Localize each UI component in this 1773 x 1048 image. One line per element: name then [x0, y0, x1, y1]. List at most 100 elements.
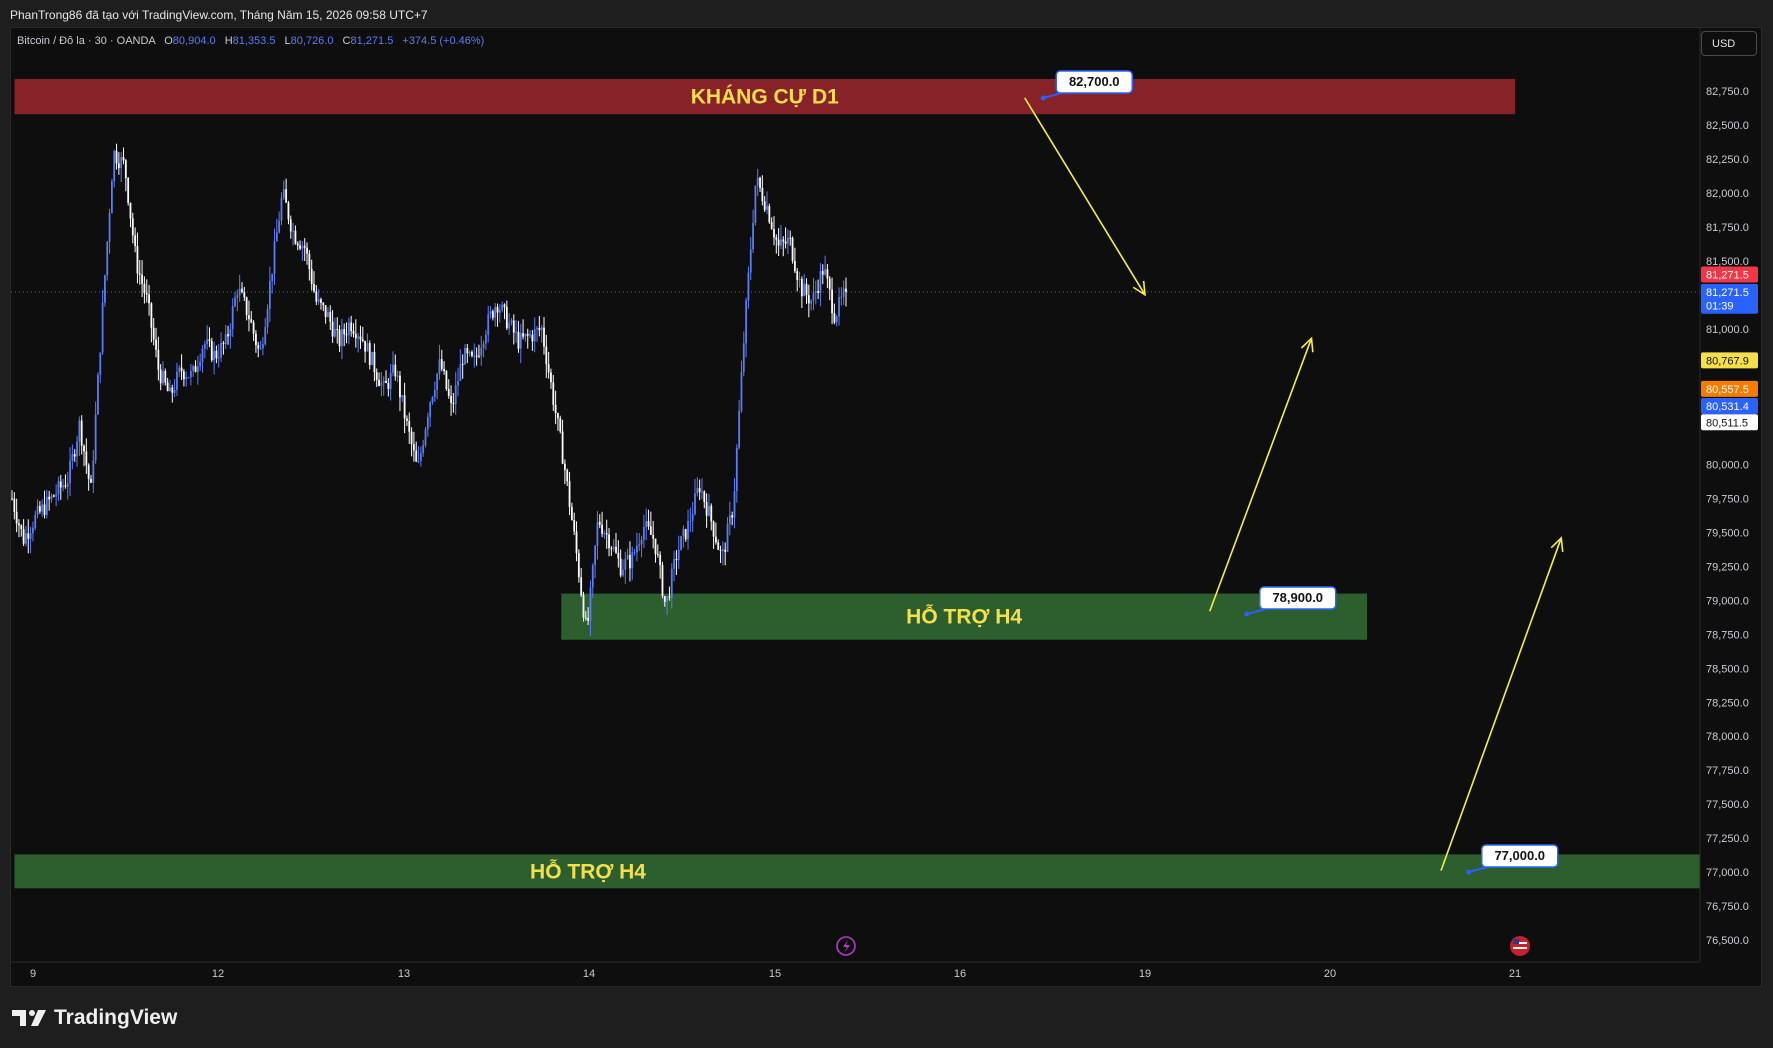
candle-body [361, 339, 364, 341]
candle-body [810, 300, 813, 304]
price-axis-tick: 79,750.0 [1706, 494, 1749, 506]
candle-body [480, 348, 483, 356]
candle-body [485, 334, 487, 344]
candle-body [517, 331, 520, 349]
candle-body [696, 488, 699, 494]
candle-body [717, 542, 720, 550]
candle-body [278, 220, 281, 233]
candle-body [285, 189, 288, 203]
candle-body [580, 577, 583, 595]
candle-body [491, 311, 494, 318]
candle-body [468, 352, 471, 354]
candle-body [308, 253, 311, 269]
candle-body [408, 420, 411, 432]
candle-body [317, 299, 320, 302]
price-chart[interactable]: KHÁNG CỰ D1 HỖ TRỢ H4 HỖ TRỢ H4 82,700.0 78,… [0, 0, 1773, 990]
candle-body [629, 555, 631, 569]
candle-body [145, 293, 148, 295]
candle-body [496, 306, 499, 313]
candle-body [162, 371, 164, 384]
candle-body [315, 291, 318, 302]
candle-body [705, 502, 708, 516]
candle-body [173, 390, 176, 393]
candle-body [703, 491, 706, 503]
candle-body [454, 385, 457, 405]
callout-anchor [1040, 95, 1046, 101]
candle-body [464, 348, 466, 365]
candle-body [691, 514, 694, 521]
price-axis-tick: 78,750.0 [1706, 629, 1749, 641]
candle-body [343, 329, 346, 335]
price-tag-label: 01:39 [1706, 301, 1734, 313]
candle-body [761, 187, 764, 202]
candle-body [561, 431, 564, 464]
candle-body [238, 288, 241, 296]
candle-body [452, 402, 455, 405]
candle-body [148, 294, 150, 304]
candle-body [564, 463, 566, 470]
candle-body [510, 320, 513, 323]
candle-body [192, 366, 195, 371]
candle-body [92, 460, 95, 483]
candle-body [680, 536, 682, 550]
candle-body [473, 355, 476, 357]
candle-body [231, 306, 234, 330]
candle-body [498, 310, 501, 313]
symbol-name: Bitcoin / Đô la · 30 · OANDA [17, 35, 156, 47]
candle-body [178, 367, 181, 372]
candle-body [457, 380, 459, 386]
candle-body [371, 351, 373, 365]
price-axis-tick: 81,750.0 [1706, 222, 1749, 234]
candle-body [287, 202, 290, 220]
currency-button[interactable]: USD [1701, 31, 1757, 56]
candle-body [294, 230, 297, 244]
candle-body [331, 321, 334, 337]
candle-body [236, 295, 239, 298]
candle-body [289, 219, 292, 232]
candle-body [169, 387, 171, 392]
tradingview-logo[interactable]: TradingView [12, 1006, 177, 1030]
candle-body [673, 558, 675, 569]
candle-body [417, 461, 420, 463]
candle-body [252, 322, 255, 334]
candle-body [529, 334, 531, 336]
candle-body [166, 382, 169, 392]
candle-body [157, 349, 160, 370]
time-axis-tick: 21 [1509, 968, 1521, 980]
candle-body [324, 305, 327, 317]
price-axis-tick: 79,250.0 [1706, 561, 1749, 573]
candle-body [538, 327, 541, 331]
candle-body [826, 269, 829, 279]
candle-body [438, 359, 441, 374]
candle-body [69, 460, 71, 484]
candle-body [787, 237, 789, 244]
candle-body [399, 375, 401, 398]
candle-body [749, 249, 752, 273]
price-axis-tick: 78,250.0 [1706, 697, 1749, 709]
candle-body [320, 299, 322, 303]
candle-body [55, 494, 58, 497]
candle-body [255, 333, 257, 346]
candle-body [719, 549, 722, 551]
time-axis-tick: 19 [1139, 968, 1151, 980]
candle-body [296, 243, 299, 246]
candle-body [677, 549, 680, 561]
candle-body [29, 533, 32, 539]
candle-body [721, 549, 724, 551]
candle-body [261, 344, 264, 349]
candle-body [742, 343, 745, 373]
candle-body [22, 529, 25, 544]
candle-body [110, 181, 113, 214]
candle-body [577, 553, 580, 578]
candle-body [817, 291, 820, 293]
price-tag-label: 80,531.4 [1706, 401, 1749, 413]
candle-body [259, 348, 262, 350]
candle-body [566, 469, 569, 482]
candle-body [392, 364, 394, 373]
price-tag-label: 80,767.9 [1706, 355, 1749, 367]
candle-body [234, 297, 236, 307]
candle-body [248, 315, 250, 320]
candle-body [131, 218, 134, 236]
candle-body [603, 533, 606, 535]
candle-body [396, 375, 399, 377]
